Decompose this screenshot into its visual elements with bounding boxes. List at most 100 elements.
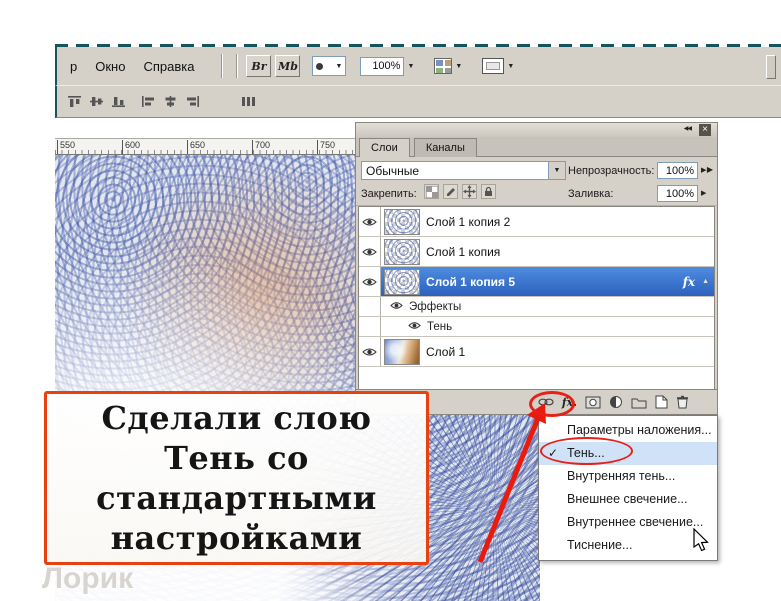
menu-item-inner-glow[interactable]: Внутреннее свечение... [539,511,717,534]
chevron-down-icon: ▼ [507,62,515,70]
blend-mode-select[interactable]: Обычные ▼ [361,161,566,180]
opacity-value[interactable]: 100% [657,162,698,179]
menu-item-partial[interactable]: р [61,59,86,74]
table-row-shadow-effect[interactable]: Тень [359,317,714,337]
table-row-effects[interactable]: Эффекты [359,297,714,317]
ruler-tick: 550 [57,140,75,154]
caption-line: Сделали слою [101,399,372,437]
screen-mode-control[interactable]: ▼ [482,58,514,74]
align-bottom-icon[interactable] [109,93,128,110]
menu-item-bevel-emboss[interactable]: Тиснение... [539,534,717,557]
table-row-selected[interactable]: Слой 1 копия 5 fx ▲ [359,267,714,297]
distribute-icon[interactable] [239,93,258,110]
imageready-button[interactable]: Mb [275,55,301,77]
add-layer-mask-icon[interactable] [585,394,601,410]
panel-menu-icon[interactable]: ▶ [707,165,713,174]
lock-all-icon[interactable] [481,184,496,199]
visibility-eye-icon[interactable] [359,337,381,366]
tab-layers[interactable]: Слои [359,138,410,157]
table-row[interactable]: Слой 1 [359,337,714,367]
new-group-icon[interactable] [631,394,647,410]
visibility-eye-icon[interactable] [390,301,403,313]
layer-thumbnail[interactable] [384,238,420,265]
layer-thumbnail[interactable] [384,208,420,235]
table-row[interactable]: Слой 1 копия [359,237,714,267]
visibility-eye-icon[interactable] [359,207,381,236]
chevron-down-icon: ▼ [553,167,561,174]
opacity-slider-icon[interactable]: ▶ [701,166,706,174]
align-right-icon[interactable] [183,93,202,110]
layer-fx-badge: fx [682,274,696,289]
zoom-value[interactable]: 100% [360,56,405,76]
layer-style-menu: Параметры наложения... ✓ Тень... Внутрен… [538,415,718,561]
annotation-circle-fx [529,391,575,417]
caption-line: настройками [110,519,363,557]
zoom-control[interactable]: 100% ▼ [360,56,415,76]
fill-slider-icon[interactable]: ▶ [701,189,706,197]
layers-panel: ◀◀ × Слои Каналы Обычные ▼ Непрозрачност… [355,122,718,415]
new-layer-icon[interactable] [655,394,668,410]
lock-label: Закрепить: [361,188,417,200]
close-panel-icon[interactable]: × [699,124,711,136]
lock-pixels-icon[interactable] [443,184,458,199]
brush-preset-icon [316,62,324,70]
ruler-tick: 750 [317,140,335,154]
effects-group-label: Эффекты [409,300,462,313]
table-row[interactable]: Слой 1 копия 2 [359,207,714,237]
menu-item-inner-shadow[interactable]: Внутренняя тень... [539,465,717,488]
layer-thumbnail[interactable] [384,338,420,365]
grid-icon [434,58,453,74]
watermark: Лорик [42,562,134,595]
ruler-tick: 600 [122,140,140,154]
chevron-down-icon: ▼ [407,62,415,70]
layers-panel-header: ◀◀ × [356,123,717,137]
chevron-down-icon: ▼ [335,62,343,70]
tab-channels[interactable]: Каналы [413,138,477,157]
layer-name: Слой 1 [426,344,466,359]
fill-label: Заливка: [568,188,614,200]
align-top-icon[interactable] [65,93,84,110]
delete-layer-icon[interactable] [676,394,689,410]
menu-item-window[interactable]: Окно [86,59,134,74]
palette-well-grip[interactable] [766,55,776,79]
screenshot-root: 550 600 650 700 750 р Окно Справка Br Mb… [0,0,781,601]
menu-item-outer-glow[interactable]: Внешнее свечение... [539,488,717,511]
layer-list: Слой 1 копия 2 Слой 1 копия Слой 1 копия… [358,206,715,389]
caption-box: Сделали слою Тень со стандартными настро… [44,391,429,565]
visibility-eye-icon[interactable] [408,321,421,333]
options-bar [55,85,781,118]
menu-bar: р Окно Справка Br Mb ▼ 100% ▼ ▼ ▼ [55,47,781,85]
adjustment-layer-icon[interactable] [609,394,623,410]
chevron-down-icon: ▼ [455,62,463,70]
fill-value[interactable]: 100% [657,185,698,202]
layer-name: Слой 1 копия [426,244,501,259]
panel-tabs: Слои Каналы [356,137,717,157]
align-center-icon[interactable] [161,93,180,110]
workspace-grid-control[interactable]: ▼ [434,58,462,74]
collapse-panel-icon[interactable]: ◀◀ [684,125,692,132]
ruler: 550 600 650 700 750 [55,138,355,155]
annotation-arrow [477,403,546,563]
caption-line: Тень со [164,439,309,477]
bridge-button[interactable]: Br [246,55,272,77]
toolbar-separator [221,54,223,78]
toolbar-separator [236,54,238,78]
effects-expander-icon[interactable]: ▲ [702,278,709,285]
lock-position-icon[interactable] [462,184,477,199]
menu-item-help[interactable]: Справка [134,59,203,74]
tool-preset-picker[interactable]: ▼ [312,56,347,76]
ruler-tick: 650 [187,140,205,154]
layer-name: Слой 1 копия 2 [426,214,511,229]
layers-panel-controls: Обычные ▼ Непрозрачность: 100% ▶ ▶ Закре… [356,157,717,206]
layer-thumbnail[interactable] [384,268,420,295]
document-icon [482,58,505,74]
blend-mode-value: Обычные [366,163,420,178]
visibility-eye-icon[interactable] [359,267,381,296]
blend-mode-dropdown-button[interactable]: ▼ [548,162,565,179]
eye-gutter [359,317,381,336]
align-middle-icon[interactable] [87,93,106,110]
lock-transparency-icon[interactable] [424,184,439,199]
align-left-icon[interactable] [139,93,158,110]
visibility-eye-icon[interactable] [359,237,381,266]
eye-gutter [359,297,381,316]
